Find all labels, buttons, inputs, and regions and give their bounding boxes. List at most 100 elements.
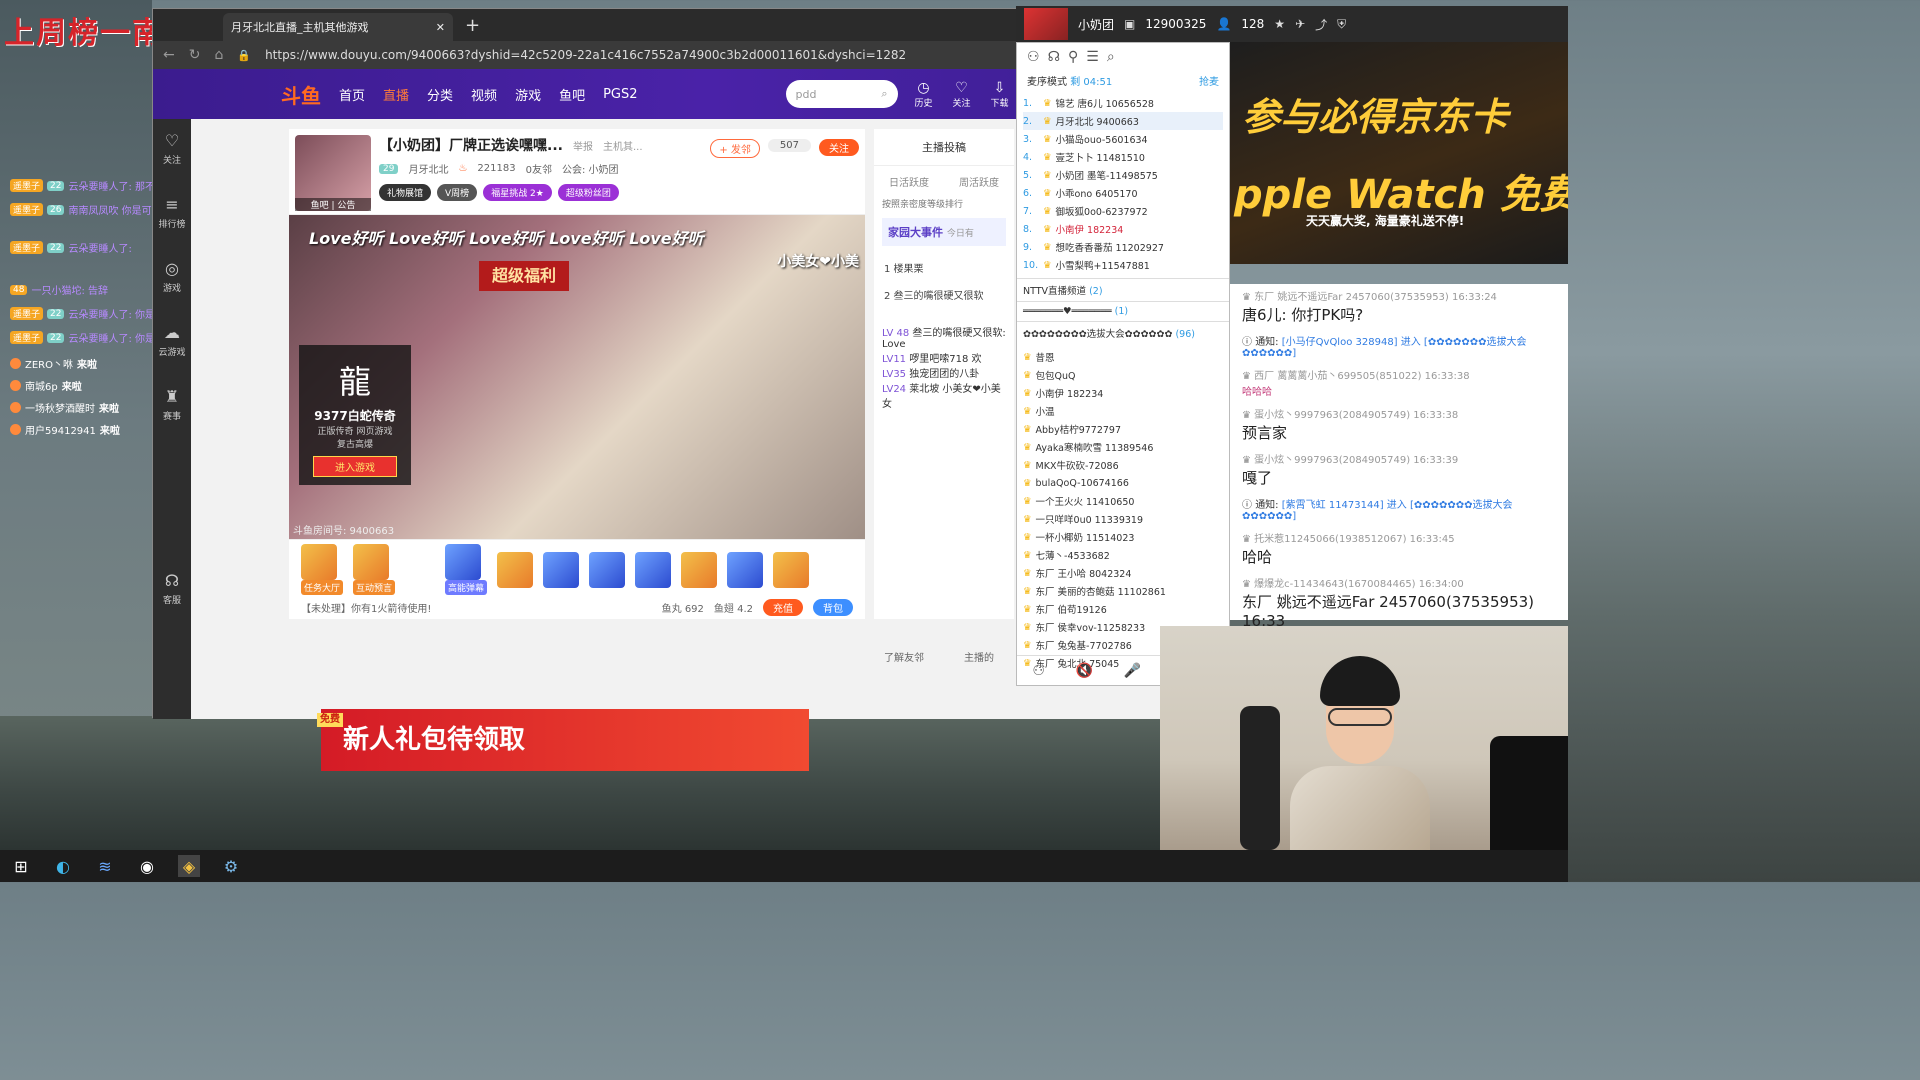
refresh-icon[interactable]: ↻	[189, 47, 201, 63]
chat-meta[interactable]: 托米惹11245066(1938512067) 16:33:45	[1254, 534, 1454, 545]
nav-home[interactable]: 首页	[339, 85, 365, 104]
rail-game[interactable]: ◎ 游戏	[153, 247, 191, 311]
lock-icon[interactable]: 🔒	[237, 49, 251, 62]
mic-queue-row[interactable]: 4. ♛ 壹芝卜卜 11481510	[1023, 148, 1223, 166]
shield-icon[interactable]: ⛨	[1337, 17, 1346, 32]
member-row[interactable]: ♛ 一个王火火 11410650	[1023, 492, 1223, 510]
streamer-avatar[interactable]: 鱼吧 | 公告	[295, 135, 371, 211]
mic-queue-row[interactable]: 6. ♛ 小乖ono 6405170	[1023, 184, 1223, 202]
mic-queue-row[interactable]: 1. ♛ 锦艺 唐6儿 10656528	[1023, 94, 1223, 112]
newbie-banner[interactable]: 免费 新人礼包待领取	[317, 709, 809, 771]
member-row[interactable]: ♛ 小南伊 182234	[1023, 384, 1223, 402]
close-icon[interactable]: ✕	[436, 21, 445, 34]
gift-item[interactable]	[773, 551, 810, 588]
guild-label[interactable]: 公会: 小奶团	[562, 161, 619, 176]
url-field[interactable]: https://www.douyu.com/9400663?dyshid=42c…	[265, 48, 1125, 62]
mute-icon[interactable]: 🔇	[1076, 663, 1093, 679]
report-link[interactable]: 举报	[573, 138, 593, 153]
rail-service[interactable]: ☊ 客服	[153, 559, 191, 623]
home-icon[interactable]: ⌂	[214, 47, 223, 63]
mic-queue-row[interactable]: 8. ♛ 小南伊 182234	[1023, 220, 1223, 238]
member-row[interactable]: ♛ 一只咩咩0u0 11339319	[1023, 510, 1223, 528]
headset-icon[interactable]: ☊	[1048, 49, 1060, 65]
mic-queue-row[interactable]: 9. ♛ 想吃香香番茄 11202927	[1023, 238, 1223, 256]
streamer-name[interactable]: 月牙北北	[408, 161, 448, 176]
follow-button[interactable]: 关注	[819, 139, 859, 156]
nav-category[interactable]: 分类	[427, 85, 453, 104]
rail-follow[interactable]: ♡ 关注	[153, 119, 191, 183]
tag-challenge[interactable]: 福星挑战 2★	[483, 184, 552, 201]
steam-icon[interactable]: ⚙	[220, 855, 242, 877]
mic-queue-row[interactable]: 3. ♛ 小猫岛ouo-5601634	[1023, 130, 1223, 148]
rail-ranking[interactable]: ≡ 排行榜	[153, 183, 191, 247]
anchor-link[interactable]: 主播的	[964, 649, 994, 664]
mic-queue-row[interactable]: 5. ♛ 小奶团 墨笔-11498575	[1023, 166, 1223, 184]
video-player[interactable]: Love好听 Love好听 Love好听 Love好听 Love好听 小美女❤小…	[289, 215, 865, 539]
chat-meta[interactable]: 爆爆龙c-11434643(1670084465) 16:34:00	[1254, 579, 1464, 590]
history-button[interactable]: ◷ 历史	[912, 80, 936, 109]
notice-text[interactable]: [紫霄飞虹 11473144] 进入 [✿✿✿✿✿✿✿选拔大会✿✿✿✿✿✿]	[1242, 500, 1513, 522]
mic-queue-row[interactable]: 2. ♛ 月牙北北 9400663	[1023, 112, 1223, 130]
enter-game-button[interactable]: 进入游戏	[313, 456, 397, 477]
new-tab-icon[interactable]: +	[465, 15, 480, 36]
rank-item[interactable]: 2 叁三的嘴很硬又很软	[874, 281, 1014, 308]
member-row[interactable]: ♛ 包包QuQ	[1023, 366, 1223, 384]
member-row[interactable]: ♛ 东厂 伯苟19126	[1023, 600, 1223, 618]
member-row[interactable]: ♛ MKX牛砍砍-72086	[1023, 456, 1223, 474]
mic-queue-row[interactable]: 10. ♛ 小雪梨鸭+11547881	[1023, 256, 1223, 274]
star-icon[interactable]: ★	[1274, 17, 1285, 31]
rank-item[interactable]: 1 楼果栗	[874, 254, 1014, 281]
search-icon[interactable]: ⌕	[1107, 49, 1115, 65]
microphone-icon[interactable]: 🎤	[1124, 663, 1141, 679]
rail-cloud-game[interactable]: ☁ 云游戏	[153, 311, 191, 375]
studio-icon[interactable]: ≋	[94, 855, 116, 877]
rank-header[interactable]: 主播投稿	[874, 129, 1014, 166]
member-row[interactable]: ♛ Ayaka寒楠吹雪 11389546	[1023, 438, 1223, 456]
nav-pgs2[interactable]: PGS2	[603, 87, 637, 102]
tag-super-fans[interactable]: 超级粉丝团	[557, 184, 619, 201]
member-row[interactable]: ♛ 东厂 王小哈 8042324	[1023, 564, 1223, 582]
member-row[interactable]: ♛ 小温	[1023, 402, 1223, 420]
channel-section[interactable]: ✿✿✿✿✿✿✿✿选拔大会✿✿✿✿✿✿ (96)	[1017, 321, 1229, 344]
friend-button[interactable]: + 发邻	[710, 139, 760, 158]
gift-item[interactable]	[543, 551, 580, 588]
member-row[interactable]: ♛ 昔恩	[1023, 348, 1223, 366]
avatar-caption[interactable]: 鱼吧 | 公告	[295, 198, 371, 211]
channel-section[interactable]: ═══════♥═══════ (1)	[1017, 301, 1229, 321]
bag-button[interactable]: 背包	[813, 599, 853, 616]
douyu-app-icon[interactable]: ◈	[178, 855, 200, 877]
member-row[interactable]: ♛ Abby桔柠9772797	[1023, 420, 1223, 438]
chat-meta[interactable]: 东厂 姚远不遥远Far 2457060(37535953) 16:33:24	[1254, 292, 1497, 303]
follow-nav-button[interactable]: ♡ 关注	[950, 80, 974, 109]
grab-mic-button[interactable]: 抢麦	[1199, 73, 1219, 88]
windows-start-icon[interactable]: ⊞	[10, 855, 32, 877]
person-icon[interactable]: ⚇	[1032, 663, 1045, 679]
gift-item[interactable]	[635, 551, 672, 588]
douyu-logo[interactable]: 斗鱼	[281, 80, 321, 109]
gift-item[interactable]	[497, 551, 534, 588]
location-icon[interactable]: ⚲	[1068, 49, 1078, 65]
channel-section[interactable]: NTTV直播频道 (2)	[1017, 278, 1229, 301]
obs-icon[interactable]: ◉	[136, 855, 158, 877]
tab-daily[interactable]: 日活跃度	[889, 174, 929, 189]
search-input[interactable]: pdd ⌕	[785, 80, 898, 108]
browser-tab[interactable]: 月牙北北直播_主机其他游戏 ✕	[223, 13, 453, 41]
person-icon[interactable]: ⚇	[1027, 49, 1040, 65]
tag-gift-gallery[interactable]: 礼物展馆	[379, 184, 432, 201]
mic-queue-row[interactable]: 7. ♛ 御坂狐0o0-6237972	[1023, 202, 1223, 220]
charge-button[interactable]: 充值	[763, 599, 803, 616]
download-button[interactable]: ⇩ 下载	[988, 80, 1012, 109]
list-icon[interactable]: ☰	[1086, 49, 1099, 65]
nav-game[interactable]: 游戏	[515, 85, 541, 104]
nav-fishbar[interactable]: 鱼吧	[559, 85, 585, 104]
plane-icon[interactable]: ✈	[1295, 17, 1305, 31]
game-ad[interactable]: 龍 9377白蛇传奇 正版传奇 网页游戏 复古高爆 进入游戏	[299, 345, 411, 485]
chat-meta[interactable]: 蛋小炫丶9997963(2084905749) 16:33:39	[1254, 455, 1458, 466]
promo-ad[interactable]: 参与必得京东卡 pple Watch 免费 天天赢大奖, 海量豪礼送不停!	[1230, 42, 1568, 264]
edge-icon[interactable]: ◐	[52, 855, 74, 877]
member-row[interactable]: ♛ bulaQoQ-10674166	[1023, 474, 1223, 492]
member-row[interactable]: ♛ 东厂 美丽的杏鲍菇 11102861	[1023, 582, 1223, 600]
prediction[interactable]: 互动预言	[353, 544, 396, 595]
back-icon[interactable]: ←	[163, 47, 175, 63]
energy-danmaku[interactable]: 高能弹幕	[445, 544, 488, 595]
